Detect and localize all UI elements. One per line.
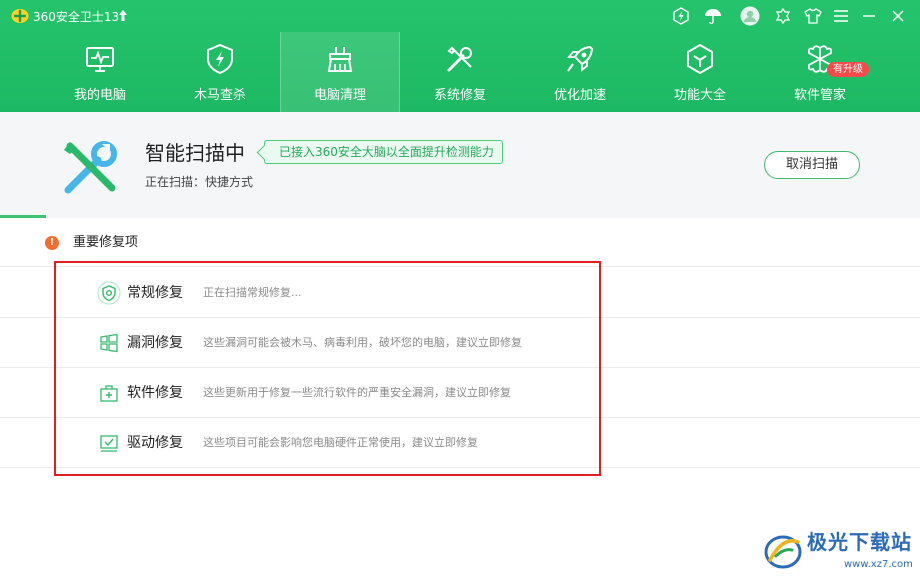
brain-info-tag: 已接入360安全大脑以全面提升检测能力 <box>264 140 503 164</box>
app-window: 360安全卫士13 我的电脑 木马查杀 电脑清理 系统修复 优化加速 功能大全 … <box>0 0 920 580</box>
monitor-icon <box>86 47 114 72</box>
cube-icon <box>687 43 713 75</box>
nav-item-optimize[interactable]: 优化加速 <box>520 32 640 112</box>
warning-icon: ! <box>45 236 59 250</box>
skin-shirt-icon[interactable] <box>803 6 823 26</box>
header: 360安全卫士13 我的电脑 木马查杀 电脑清理 系统修复 优化加速 功能大全 … <box>0 0 920 112</box>
security-brain-icon[interactable] <box>671 6 691 26</box>
nav-item-my-computer[interactable]: 我的电脑 <box>40 32 160 112</box>
nav-label: 优化加速 <box>553 88 606 103</box>
nav-item-trojan-scan[interactable]: 木马查杀 <box>160 32 280 112</box>
watermark: 极光下载站 www.xz7.com <box>760 526 918 576</box>
nav-item-pc-clean[interactable]: 电脑清理 <box>280 32 400 112</box>
nav-label: 我的电脑 <box>73 88 126 103</box>
shield-lightning-icon <box>207 43 233 75</box>
upgrade-arrow-icon[interactable] <box>118 9 128 23</box>
broom-icon <box>327 47 353 72</box>
nav-label: 软件管家 <box>793 88 846 103</box>
feedback-icon[interactable] <box>773 6 793 26</box>
highlight-box <box>54 261 601 476</box>
watermark-text: 极光下载站 <box>807 530 912 554</box>
section-title: 重要修复项 <box>73 235 139 250</box>
nav-label: 功能大全 <box>673 88 726 103</box>
nav-item-features[interactable]: 功能大全 <box>640 32 760 112</box>
nav-item-system-repair[interactable]: 系统修复 <box>400 32 520 112</box>
scan-status: 正在扫描：快捷方式 <box>145 174 253 190</box>
menu-icon[interactable] <box>831 6 851 26</box>
rocket-icon <box>567 45 594 72</box>
nav-label: 系统修复 <box>433 88 486 103</box>
nav-label: 电脑清理 <box>313 88 366 103</box>
user-avatar-icon[interactable] <box>740 6 760 26</box>
title-bar: 360安全卫士13 <box>0 0 920 32</box>
scan-status-mode: 快捷方式 <box>205 175 254 189</box>
watermark-url: www.xz7.com <box>844 559 913 570</box>
cancel-scan-button[interactable]: 取消扫描 <box>764 151 860 179</box>
watermark-logo-icon <box>764 535 802 569</box>
minimize-icon[interactable] <box>859 6 879 26</box>
close-icon[interactable] <box>888 6 908 26</box>
upgrade-badge: 有升级 <box>827 62 869 77</box>
repair-tools-icon <box>64 141 117 194</box>
scan-panel: 智能扫描中 已接入360安全大脑以全面提升检测能力 正在扫描：快捷方式 取消扫描 <box>0 112 920 218</box>
nav-label: 木马查杀 <box>193 88 246 103</box>
main-nav: 我的电脑 木马查杀 电脑清理 系统修复 优化加速 功能大全 软件管家 有升级 <box>40 32 920 112</box>
wrench-screwdriver-icon <box>447 46 472 72</box>
app-logo-icon <box>11 9 29 23</box>
app-title: 360安全卫士13 <box>33 10 120 24</box>
scan-title: 智能扫描中 <box>145 141 245 165</box>
umbrella-icon[interactable] <box>703 6 723 26</box>
important-repair-header: ! 重要修复项 <box>0 218 920 267</box>
scan-status-label: 正在扫描： <box>145 175 206 189</box>
